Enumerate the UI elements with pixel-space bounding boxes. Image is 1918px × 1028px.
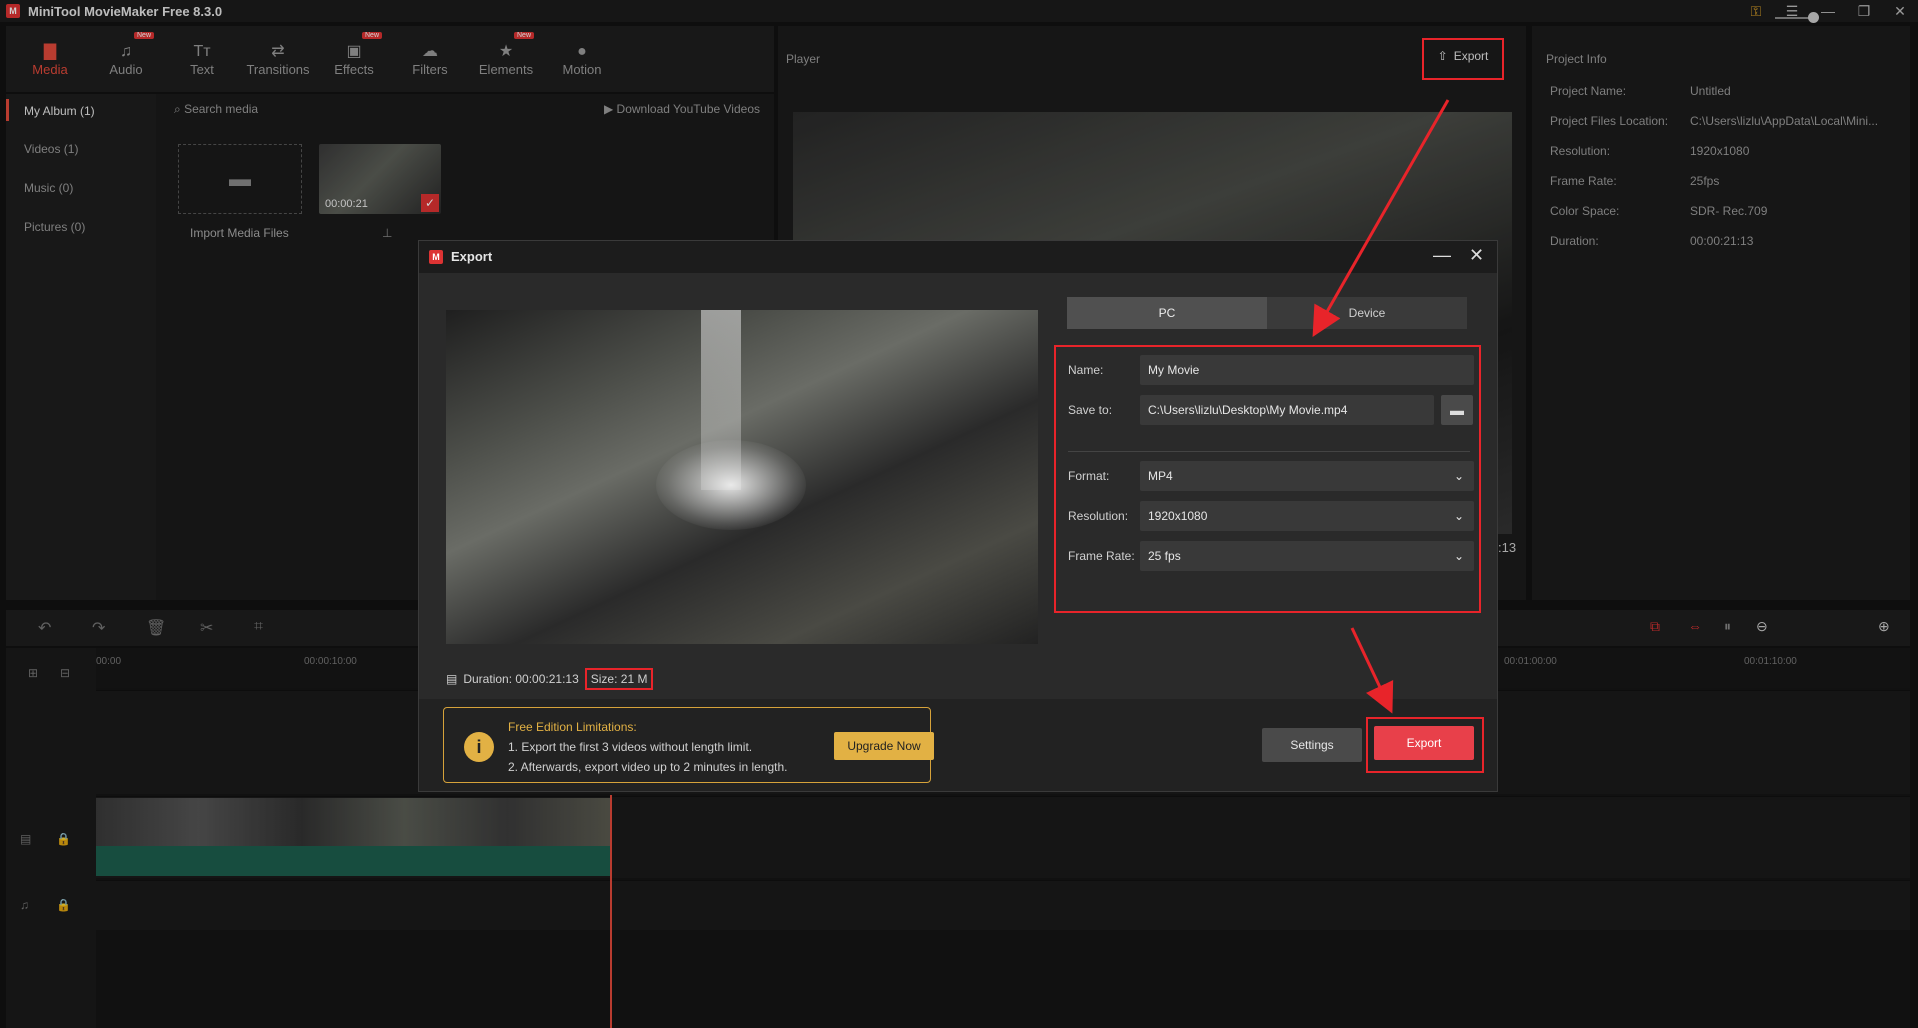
arrow-to-export <box>1350 627 1394 714</box>
arrow-to-form <box>1312 99 1450 338</box>
annotation-arrows <box>1312 99 1450 714</box>
